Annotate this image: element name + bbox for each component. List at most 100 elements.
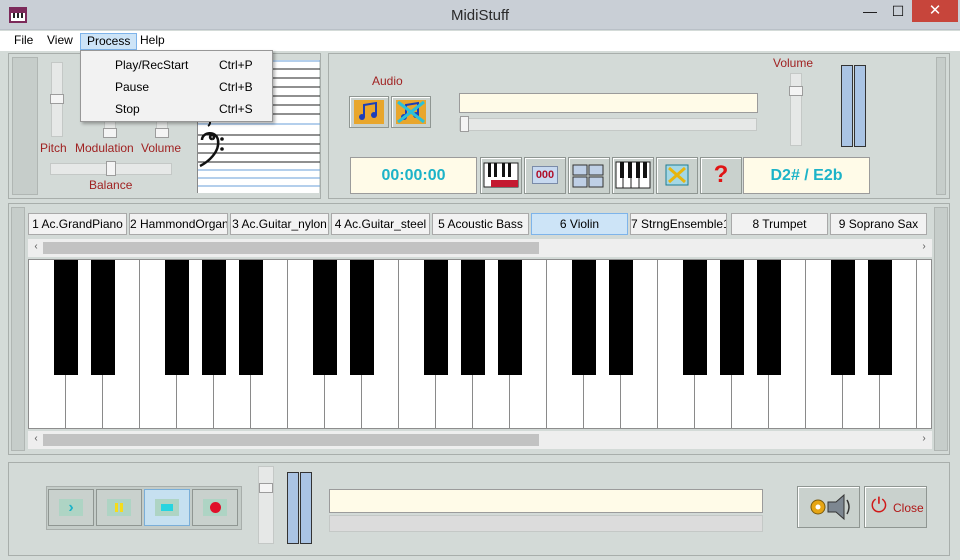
position-slider-track[interactable] [459,118,757,131]
instrument-tab-6[interactable]: 6 Violin [531,213,628,235]
file-path-field[interactable] [459,93,758,113]
status-field [329,489,763,513]
title-bar: MidiStuff — ☐ ✕ [0,0,960,30]
speaker-settings-button[interactable] [797,486,860,528]
black-key[interactable] [424,260,448,375]
instrument-scroll-thumb[interactable] [43,242,539,254]
maximize-button[interactable]: ☐ [884,0,912,22]
black-key[interactable] [498,260,522,375]
balance-label: Balance [89,178,133,192]
menu-item-play[interactable]: Play/RecStart Ctrl+P [83,54,270,76]
master-volume-label: Volume [773,56,814,70]
black-key[interactable] [91,260,115,375]
vu-meter-left [841,65,853,147]
black-key[interactable] [54,260,78,375]
keyboard-groove-right [934,207,948,451]
scroll-right-arrow[interactable]: › [918,241,930,252]
instrument-tab-8[interactable]: 8 Trumpet [731,213,828,235]
close-button[interactable]: ⏻ Close [864,486,927,528]
instrument-tabs: 1 Ac.GrandPiano 2 HammondOrgan 3 Ac.Guit… [28,213,930,237]
keyboard-scrollbar[interactable]: ‹ › [28,431,932,449]
position-slider-thumb[interactable] [460,116,469,132]
menu-item-play-shortcut: Ctrl+P [219,58,253,72]
piano-button[interactable] [612,157,654,194]
music-mute-icon [396,100,426,124]
balance-slider-thumb[interactable] [106,161,116,176]
pause-button[interactable] [96,489,142,526]
instrument-tab-4[interactable]: 4 Ac.Guitar_steel [331,213,430,235]
help-button[interactable]: ? [700,157,742,194]
tools-icon [665,164,689,186]
speaker-gear-icon [810,493,850,521]
black-key[interactable] [165,260,189,375]
menu-bar: File View Process Help [0,31,960,51]
question-icon: ? [713,161,729,188]
modulation-slider-thumb[interactable] [103,128,117,138]
black-key[interactable] [683,260,707,375]
black-key[interactable] [350,260,374,375]
black-key[interactable] [313,260,337,375]
time-display: 00:00:00 [350,157,477,194]
black-key[interactable] [202,260,226,375]
transport-volume-thumb[interactable] [259,483,273,493]
instrument-tab-5[interactable]: 5 Acoustic Bass [432,213,529,235]
scroll-left-arrow[interactable]: ‹ [30,241,42,252]
output-meter-left [287,472,299,544]
layout-button[interactable] [568,157,610,194]
instrument-tab-9[interactable]: 9 Soprano Sax [830,213,927,235]
black-key[interactable] [239,260,263,375]
black-key[interactable] [461,260,485,375]
menu-item-pause[interactable]: Pause Ctrl+B [83,76,270,98]
instrument-tab-1[interactable]: 1 Ac.GrandPiano [28,213,127,235]
pitch-slider-thumb[interactable] [50,94,64,104]
instrument-scrollbar[interactable]: ‹ › [28,239,932,257]
black-key[interactable] [757,260,781,375]
keyboard-scroll-thumb[interactable] [43,434,539,446]
audio-off-button[interactable] [391,96,431,128]
close-window-button[interactable]: ✕ [912,0,958,22]
black-key[interactable] [868,260,892,375]
volume-slider-thumb[interactable] [155,128,169,138]
record-button[interactable] [192,489,238,526]
status-progress [329,515,763,532]
keyboard-view-button[interactable] [480,157,522,194]
audio-on-button[interactable] [349,96,389,128]
minimize-button[interactable]: — [856,0,884,22]
instrument-tab-7[interactable]: 7 StrngEnsemble1 [630,213,727,235]
panel-groove-left [12,57,38,195]
music-note-icon [354,100,384,124]
close-label: Close [893,501,924,515]
modulation-label: Modulation [75,141,134,155]
kb-scroll-left-arrow[interactable]: ‹ [30,433,42,444]
counter-button[interactable]: 000 [524,157,566,194]
instrument-tab-2[interactable]: 2 HammondOrgan [129,213,228,235]
window-title: MidiStuff [450,7,510,24]
process-menu-dropdown: Play/RecStart Ctrl+P Pause Ctrl+B Stop C… [80,50,273,122]
black-key[interactable] [609,260,633,375]
output-meter-right [300,472,312,544]
vu-meter-right [854,65,866,147]
play-button[interactable]: › [48,489,94,526]
kb-scroll-right-arrow[interactable]: › [918,433,930,444]
menu-item-stop-shortcut: Ctrl+S [219,102,253,116]
stop-button[interactable] [144,489,190,526]
black-key[interactable] [831,260,855,375]
record-icon [203,499,227,516]
menu-item-stop[interactable]: Stop Ctrl+S [83,98,270,120]
menu-help[interactable]: Help [134,33,171,50]
instrument-tab-3[interactable]: 3 Ac.Guitar_nylon [230,213,329,235]
menu-file[interactable]: File [8,33,39,50]
menu-item-pause-shortcut: Ctrl+B [219,80,253,94]
master-volume-thumb[interactable] [789,86,803,96]
white-key[interactable] [917,260,931,428]
transport-volume-track[interactable] [258,466,274,544]
menu-view[interactable]: View [41,33,79,50]
piano-keyboard [28,259,932,429]
tools-button[interactable] [656,157,698,194]
menu-process[interactable]: Process [80,33,138,50]
play-icon: › [59,499,83,516]
black-key[interactable] [572,260,596,375]
black-key[interactable] [720,260,744,375]
stop-icon [155,499,179,516]
master-volume-track[interactable] [790,73,802,146]
